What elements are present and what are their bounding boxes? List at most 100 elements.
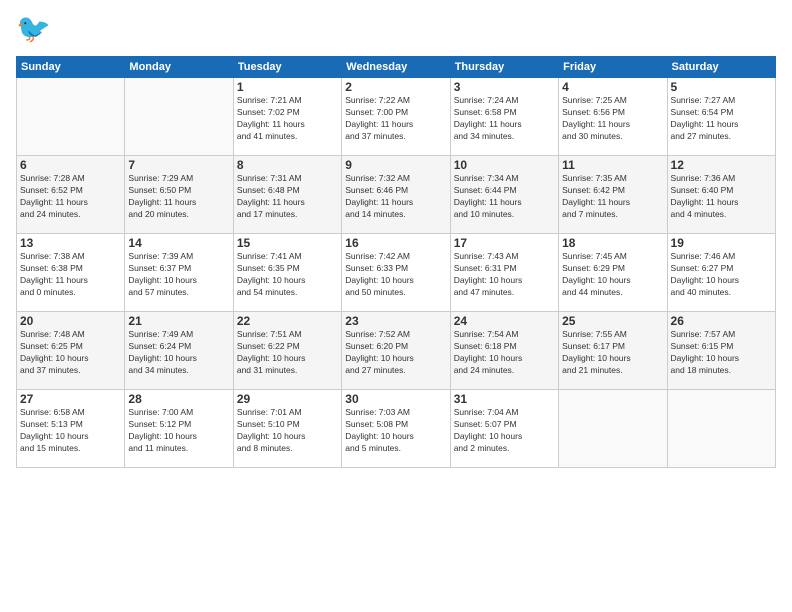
day-number: 9 xyxy=(345,158,446,172)
day-info: Sunrise: 7:51 AM Sunset: 6:22 PM Dayligh… xyxy=(237,329,338,377)
day-info: Sunrise: 7:21 AM Sunset: 7:02 PM Dayligh… xyxy=(237,95,338,143)
day-info: Sunrise: 7:32 AM Sunset: 6:46 PM Dayligh… xyxy=(345,173,446,221)
calendar-cell: 9Sunrise: 7:32 AM Sunset: 6:46 PM Daylig… xyxy=(342,156,450,234)
day-number: 19 xyxy=(671,236,772,250)
day-number: 27 xyxy=(20,392,121,406)
calendar-cell: 19Sunrise: 7:46 AM Sunset: 6:27 PM Dayli… xyxy=(667,234,775,312)
calendar-cell: 7Sunrise: 7:29 AM Sunset: 6:50 PM Daylig… xyxy=(125,156,233,234)
calendar-cell: 5Sunrise: 7:27 AM Sunset: 6:54 PM Daylig… xyxy=(667,78,775,156)
day-number: 25 xyxy=(562,314,663,328)
day-number: 8 xyxy=(237,158,338,172)
weekday-header: Saturday xyxy=(667,57,775,78)
calendar-week-row: 13Sunrise: 7:38 AM Sunset: 6:38 PM Dayli… xyxy=(17,234,776,312)
calendar-cell: 12Sunrise: 7:36 AM Sunset: 6:40 PM Dayli… xyxy=(667,156,775,234)
day-number: 31 xyxy=(454,392,555,406)
calendar-cell: 8Sunrise: 7:31 AM Sunset: 6:48 PM Daylig… xyxy=(233,156,341,234)
weekday-header: Sunday xyxy=(17,57,125,78)
day-number: 16 xyxy=(345,236,446,250)
calendar-cell: 14Sunrise: 7:39 AM Sunset: 6:37 PM Dayli… xyxy=(125,234,233,312)
day-number: 23 xyxy=(345,314,446,328)
day-number: 30 xyxy=(345,392,446,406)
calendar-cell: 28Sunrise: 7:00 AM Sunset: 5:12 PM Dayli… xyxy=(125,390,233,468)
weekday-header: Tuesday xyxy=(233,57,341,78)
day-info: Sunrise: 7:31 AM Sunset: 6:48 PM Dayligh… xyxy=(237,173,338,221)
day-info: Sunrise: 7:54 AM Sunset: 6:18 PM Dayligh… xyxy=(454,329,555,377)
day-info: Sunrise: 7:36 AM Sunset: 6:40 PM Dayligh… xyxy=(671,173,772,221)
calendar-cell xyxy=(667,390,775,468)
day-number: 3 xyxy=(454,80,555,94)
calendar-cell: 4Sunrise: 7:25 AM Sunset: 6:56 PM Daylig… xyxy=(559,78,667,156)
calendar-cell: 11Sunrise: 7:35 AM Sunset: 6:42 PM Dayli… xyxy=(559,156,667,234)
svg-text:🐦: 🐦 xyxy=(16,13,51,44)
calendar-cell: 13Sunrise: 7:38 AM Sunset: 6:38 PM Dayli… xyxy=(17,234,125,312)
day-number: 10 xyxy=(454,158,555,172)
calendar-header-row: SundayMondayTuesdayWednesdayThursdayFrid… xyxy=(17,57,776,78)
day-number: 14 xyxy=(128,236,229,250)
day-info: Sunrise: 7:45 AM Sunset: 6:29 PM Dayligh… xyxy=(562,251,663,299)
calendar-cell: 21Sunrise: 7:49 AM Sunset: 6:24 PM Dayli… xyxy=(125,312,233,390)
day-info: Sunrise: 7:39 AM Sunset: 6:37 PM Dayligh… xyxy=(128,251,229,299)
day-number: 1 xyxy=(237,80,338,94)
calendar-cell: 6Sunrise: 7:28 AM Sunset: 6:52 PM Daylig… xyxy=(17,156,125,234)
day-info: Sunrise: 7:46 AM Sunset: 6:27 PM Dayligh… xyxy=(671,251,772,299)
day-info: Sunrise: 7:49 AM Sunset: 6:24 PM Dayligh… xyxy=(128,329,229,377)
day-number: 13 xyxy=(20,236,121,250)
day-info: Sunrise: 7:48 AM Sunset: 6:25 PM Dayligh… xyxy=(20,329,121,377)
day-number: 6 xyxy=(20,158,121,172)
calendar-week-row: 1Sunrise: 7:21 AM Sunset: 7:02 PM Daylig… xyxy=(17,78,776,156)
calendar-cell: 20Sunrise: 7:48 AM Sunset: 6:25 PM Dayli… xyxy=(17,312,125,390)
calendar-cell: 10Sunrise: 7:34 AM Sunset: 6:44 PM Dayli… xyxy=(450,156,558,234)
day-number: 29 xyxy=(237,392,338,406)
calendar-cell: 26Sunrise: 7:57 AM Sunset: 6:15 PM Dayli… xyxy=(667,312,775,390)
day-info: Sunrise: 7:25 AM Sunset: 6:56 PM Dayligh… xyxy=(562,95,663,143)
day-number: 4 xyxy=(562,80,663,94)
day-info: Sunrise: 7:22 AM Sunset: 7:00 PM Dayligh… xyxy=(345,95,446,143)
calendar-cell: 16Sunrise: 7:42 AM Sunset: 6:33 PM Dayli… xyxy=(342,234,450,312)
logo: 🐦 xyxy=(16,12,56,48)
day-number: 18 xyxy=(562,236,663,250)
day-number: 12 xyxy=(671,158,772,172)
calendar-week-row: 20Sunrise: 7:48 AM Sunset: 6:25 PM Dayli… xyxy=(17,312,776,390)
calendar-cell: 31Sunrise: 7:04 AM Sunset: 5:07 PM Dayli… xyxy=(450,390,558,468)
calendar-cell xyxy=(17,78,125,156)
weekday-header: Monday xyxy=(125,57,233,78)
day-info: Sunrise: 7:01 AM Sunset: 5:10 PM Dayligh… xyxy=(237,407,338,455)
weekday-header: Thursday xyxy=(450,57,558,78)
logo-icon: 🐦 xyxy=(16,12,52,48)
calendar-cell xyxy=(125,78,233,156)
day-number: 17 xyxy=(454,236,555,250)
day-number: 15 xyxy=(237,236,338,250)
day-number: 28 xyxy=(128,392,229,406)
day-info: Sunrise: 7:04 AM Sunset: 5:07 PM Dayligh… xyxy=(454,407,555,455)
day-number: 26 xyxy=(671,314,772,328)
day-info: Sunrise: 7:00 AM Sunset: 5:12 PM Dayligh… xyxy=(128,407,229,455)
calendar-cell: 22Sunrise: 7:51 AM Sunset: 6:22 PM Dayli… xyxy=(233,312,341,390)
calendar-cell: 30Sunrise: 7:03 AM Sunset: 5:08 PM Dayli… xyxy=(342,390,450,468)
day-info: Sunrise: 7:27 AM Sunset: 6:54 PM Dayligh… xyxy=(671,95,772,143)
calendar-cell: 3Sunrise: 7:24 AM Sunset: 6:58 PM Daylig… xyxy=(450,78,558,156)
day-info: Sunrise: 7:28 AM Sunset: 6:52 PM Dayligh… xyxy=(20,173,121,221)
day-info: Sunrise: 7:41 AM Sunset: 6:35 PM Dayligh… xyxy=(237,251,338,299)
day-number: 22 xyxy=(237,314,338,328)
calendar-cell: 2Sunrise: 7:22 AM Sunset: 7:00 PM Daylig… xyxy=(342,78,450,156)
day-number: 20 xyxy=(20,314,121,328)
calendar-cell: 18Sunrise: 7:45 AM Sunset: 6:29 PM Dayli… xyxy=(559,234,667,312)
day-info: Sunrise: 7:38 AM Sunset: 6:38 PM Dayligh… xyxy=(20,251,121,299)
day-info: Sunrise: 7:42 AM Sunset: 6:33 PM Dayligh… xyxy=(345,251,446,299)
day-info: Sunrise: 6:58 AM Sunset: 5:13 PM Dayligh… xyxy=(20,407,121,455)
calendar-cell: 1Sunrise: 7:21 AM Sunset: 7:02 PM Daylig… xyxy=(233,78,341,156)
calendar-week-row: 27Sunrise: 6:58 AM Sunset: 5:13 PM Dayli… xyxy=(17,390,776,468)
day-number: 21 xyxy=(128,314,229,328)
day-number: 2 xyxy=(345,80,446,94)
calendar-cell: 24Sunrise: 7:54 AM Sunset: 6:18 PM Dayli… xyxy=(450,312,558,390)
weekday-header: Friday xyxy=(559,57,667,78)
day-number: 24 xyxy=(454,314,555,328)
calendar-cell: 17Sunrise: 7:43 AM Sunset: 6:31 PM Dayli… xyxy=(450,234,558,312)
day-number: 5 xyxy=(671,80,772,94)
calendar-cell: 15Sunrise: 7:41 AM Sunset: 6:35 PM Dayli… xyxy=(233,234,341,312)
calendar-cell xyxy=(559,390,667,468)
day-number: 11 xyxy=(562,158,663,172)
calendar-cell: 25Sunrise: 7:55 AM Sunset: 6:17 PM Dayli… xyxy=(559,312,667,390)
calendar-cell: 29Sunrise: 7:01 AM Sunset: 5:10 PM Dayli… xyxy=(233,390,341,468)
day-info: Sunrise: 7:43 AM Sunset: 6:31 PM Dayligh… xyxy=(454,251,555,299)
